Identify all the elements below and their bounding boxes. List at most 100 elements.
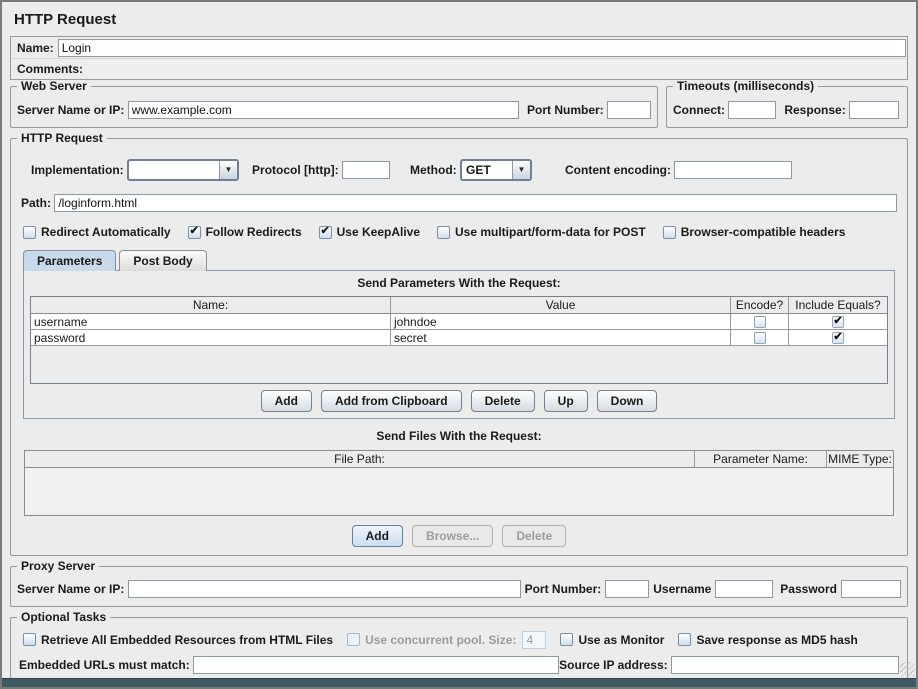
source-ip-label: Source IP address: [559, 658, 668, 672]
response-timeout-input[interactable] [849, 101, 899, 119]
comments-row: Comments: [11, 58, 907, 79]
parameters-buttons: Add Add from Clipboard Delete Up Down [30, 390, 888, 412]
resize-grip[interactable] [900, 662, 915, 677]
content-encoding-input[interactable] [674, 161, 792, 179]
column-header-encode: Encode? [731, 297, 789, 314]
embedded-urls-input[interactable] [193, 656, 559, 674]
delete-button[interactable]: Delete [471, 390, 535, 412]
proxy-server-group: Proxy Server Server Name or IP: Port Num… [10, 566, 908, 607]
up-button[interactable]: Up [544, 390, 588, 412]
browse-button[interactable]: Browse... [412, 525, 493, 547]
http-request-group-title: HTTP Request [17, 132, 107, 145]
path-row: Path: [21, 193, 897, 213]
column-header-file-path: File Path: [25, 451, 695, 468]
content-encoding-label: Content encoding: [565, 163, 671, 177]
proxy-password-input[interactable] [841, 580, 901, 598]
pool-size-input[interactable] [522, 631, 546, 649]
tab-post-body[interactable]: Post Body [119, 250, 206, 271]
comments-input[interactable] [87, 60, 906, 78]
checkbox-box[interactable] [319, 226, 332, 239]
param-name-cell[interactable]: username [31, 314, 391, 330]
comments-label: Comments: [12, 62, 87, 76]
files-table-header: File Path: Parameter Name: MIME Type: [25, 451, 893, 468]
param-value-cell[interactable]: johndoe [391, 314, 731, 330]
protocol-label: Protocol [http]: [252, 163, 339, 177]
embedded-urls-label: Embedded URLs must match: [19, 658, 190, 672]
param-name-cell[interactable]: password [31, 330, 391, 346]
checkbox-box[interactable] [560, 633, 573, 646]
method-value: GET [462, 161, 512, 179]
include-equals-checkbox[interactable] [832, 332, 844, 344]
files-buttons: Add Browse... Delete [11, 525, 907, 547]
implementation-value [129, 161, 219, 179]
checkbox-follow-redirects[interactable]: Follow Redirects [188, 225, 302, 239]
table-row[interactable]: username johndoe [31, 314, 887, 330]
down-button[interactable]: Down [597, 390, 658, 412]
optional-tasks-group-title: Optional Tasks [17, 611, 110, 624]
method-label: Method: [410, 163, 457, 177]
source-ip-input[interactable] [671, 656, 899, 674]
name-comments-box: Name: Comments: [10, 36, 908, 80]
parameters-table: Name: Value Encode? Include Equals? user… [30, 296, 888, 384]
send-parameters-title: Send Parameters With the Request: [30, 276, 888, 291]
window-bottom-bar [2, 678, 916, 687]
table-row[interactable]: password secret [31, 330, 887, 346]
page-title: HTTP Request [14, 11, 916, 30]
checkbox-box[interactable] [23, 226, 36, 239]
delete-file-button[interactable]: Delete [502, 525, 566, 547]
optional-tasks-fields-row: Embedded URLs must match: Source IP addr… [19, 655, 899, 675]
http-request-sampler-panel: HTTP Request Name: Comments: Web Server … [0, 0, 918, 689]
checkbox-box[interactable] [437, 226, 450, 239]
connect-timeout-input[interactable] [728, 101, 776, 119]
column-header-value: Value [391, 297, 731, 314]
column-header-include-equals: Include Equals? [789, 297, 887, 314]
chevron-down-icon[interactable]: ▼ [219, 161, 237, 179]
encode-checkbox[interactable] [754, 316, 766, 328]
connect-timeout-label: Connect: [673, 103, 725, 117]
optional-tasks-group: Optional Tasks Retrieve All Embedded Res… [10, 617, 908, 681]
checkbox-save-response-md5[interactable]: Save response as MD5 hash [678, 633, 857, 647]
server-name-input[interactable] [128, 101, 519, 119]
add-file-button[interactable]: Add [352, 525, 403, 547]
add-from-clipboard-button[interactable]: Add from Clipboard [321, 390, 462, 412]
name-input[interactable] [58, 39, 906, 57]
optional-tasks-checkbox-row: Retrieve All Embedded Resources from HTM… [23, 631, 897, 648]
implementation-select[interactable]: ▼ [127, 159, 239, 181]
checkbox-box[interactable] [23, 633, 36, 646]
checkbox-retrieve-embedded-resources[interactable]: Retrieve All Embedded Resources from HTM… [23, 633, 333, 647]
checkbox-use-keepalive[interactable]: Use KeepAlive [319, 225, 420, 239]
path-input[interactable] [54, 194, 897, 212]
method-select[interactable]: GET ▼ [460, 159, 532, 181]
proxy-server-name-input[interactable] [128, 580, 520, 598]
checkbox-box[interactable] [678, 633, 691, 646]
port-number-label: Port Number: [527, 103, 604, 117]
checkbox-browser-compatible-headers[interactable]: Browser-compatible headers [663, 225, 846, 239]
add-button[interactable]: Add [261, 390, 312, 412]
encode-checkbox[interactable] [754, 332, 766, 344]
proxy-username-label: Username [653, 582, 711, 596]
param-value-cell[interactable]: secret [391, 330, 731, 346]
column-header-parameter-name: Parameter Name: [695, 451, 827, 468]
http-request-group: HTTP Request Implementation: ▼ Protocol … [10, 138, 908, 556]
checkbox-box[interactable] [188, 226, 201, 239]
checkbox-box[interactable] [663, 226, 676, 239]
checkbox-concurrent-pool[interactable]: Use concurrent pool. Size: [347, 633, 516, 647]
path-label: Path: [21, 196, 51, 210]
response-timeout-label: Response: [784, 103, 845, 117]
tab-parameters[interactable]: Parameters [23, 250, 116, 271]
implementation-row: Implementation: ▼ Protocol [http]: Metho… [21, 159, 897, 181]
server-timeouts-row: Web Server Server Name or IP: Port Numbe… [2, 86, 916, 128]
parameters-tabs: Parameters Post Body [23, 250, 907, 271]
proxy-port-input[interactable] [605, 580, 649, 598]
checkbox-use-as-monitor[interactable]: Use as Monitor [560, 633, 664, 647]
proxy-username-input[interactable] [715, 580, 773, 598]
web-server-group-title: Web Server [17, 80, 91, 93]
checkbox-box[interactable] [347, 633, 360, 646]
port-number-input[interactable] [607, 101, 651, 119]
protocol-input[interactable] [342, 161, 390, 179]
chevron-down-icon[interactable]: ▼ [512, 161, 530, 179]
include-equals-checkbox[interactable] [832, 316, 844, 328]
checkbox-multipart-post[interactable]: Use multipart/form-data for POST [437, 225, 646, 239]
timeouts-group-title: Timeouts (milliseconds) [673, 80, 818, 93]
checkbox-redirect-automatically[interactable]: Redirect Automatically [23, 225, 171, 239]
